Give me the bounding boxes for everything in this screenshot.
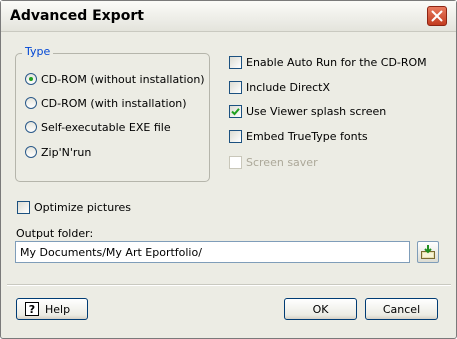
output-folder-input[interactable] bbox=[15, 241, 410, 263]
checkbox-screen-saver: Screen saver bbox=[229, 154, 318, 170]
ok-button[interactable]: OK bbox=[284, 298, 357, 320]
radio-button[interactable] bbox=[25, 97, 37, 109]
radio-label: Self-executable EXE file bbox=[41, 120, 171, 134]
radio-label: Zip'N'run bbox=[41, 145, 92, 159]
checkbox[interactable] bbox=[229, 80, 242, 94]
checkbox[interactable] bbox=[229, 129, 242, 143]
checkbox[interactable] bbox=[229, 55, 242, 69]
checkbox-label: Include DirectX bbox=[246, 80, 331, 94]
radio-cdrom-with-installation[interactable]: CD-ROM (with installation) bbox=[25, 95, 187, 111]
checkbox[interactable] bbox=[17, 200, 30, 214]
radio-label: CD-ROM (without installation) bbox=[41, 72, 205, 86]
type-group-legend: Type bbox=[22, 45, 54, 58]
checkbox-viewer-splash-screen[interactable]: Use Viewer splash screen bbox=[229, 103, 386, 119]
checkbox-label: Optimize pictures bbox=[34, 200, 131, 214]
checkbox-label: Screen saver bbox=[246, 155, 318, 169]
help-button[interactable]: ? Help bbox=[16, 298, 88, 320]
checkbox bbox=[229, 155, 242, 169]
checkbox[interactable] bbox=[229, 104, 242, 118]
radio-button[interactable] bbox=[25, 146, 37, 158]
browse-folder-button[interactable] bbox=[417, 241, 439, 263]
checkbox-enable-auto-run[interactable]: Enable Auto Run for the CD-ROM bbox=[229, 54, 427, 70]
checkbox-optimize-pictures[interactable]: Optimize pictures bbox=[17, 199, 131, 215]
close-icon bbox=[431, 10, 443, 22]
radio-button[interactable] bbox=[25, 73, 37, 85]
radio-zip-n-run[interactable]: Zip'N'run bbox=[25, 144, 91, 160]
radio-cdrom-without-installation[interactable]: CD-ROM (without installation) bbox=[25, 71, 205, 87]
checkbox-label: Embed TrueType fonts bbox=[246, 129, 368, 143]
radio-label: CD-ROM (with installation) bbox=[41, 96, 187, 110]
close-button[interactable] bbox=[427, 6, 447, 26]
separator bbox=[7, 284, 451, 286]
checkmark-icon bbox=[231, 107, 240, 115]
svg-text:?: ? bbox=[29, 303, 35, 316]
dialog-title: Advanced Export bbox=[10, 8, 144, 24]
radio-self-executable-exe[interactable]: Self-executable EXE file bbox=[25, 119, 171, 135]
help-button-label: Help bbox=[45, 302, 71, 316]
browse-folder-icon bbox=[421, 245, 435, 259]
checkbox-embed-truetype-fonts[interactable]: Embed TrueType fonts bbox=[229, 128, 368, 144]
advanced-export-dialog: Advanced Export Type CD-ROM (without ins… bbox=[0, 0, 457, 339]
title-bar[interactable]: Advanced Export bbox=[1, 1, 456, 32]
checkbox-label: Use Viewer splash screen bbox=[246, 104, 387, 118]
help-icon: ? bbox=[25, 302, 39, 316]
checkbox-include-directx[interactable]: Include DirectX bbox=[229, 79, 330, 95]
checkbox-label: Enable Auto Run for the CD-ROM bbox=[246, 55, 427, 69]
radio-button[interactable] bbox=[25, 121, 37, 133]
cancel-button[interactable]: Cancel bbox=[365, 298, 438, 320]
ok-button-label: OK bbox=[312, 302, 329, 316]
output-folder-label: Output folder: bbox=[16, 227, 94, 240]
cancel-button-label: Cancel bbox=[382, 302, 421, 316]
